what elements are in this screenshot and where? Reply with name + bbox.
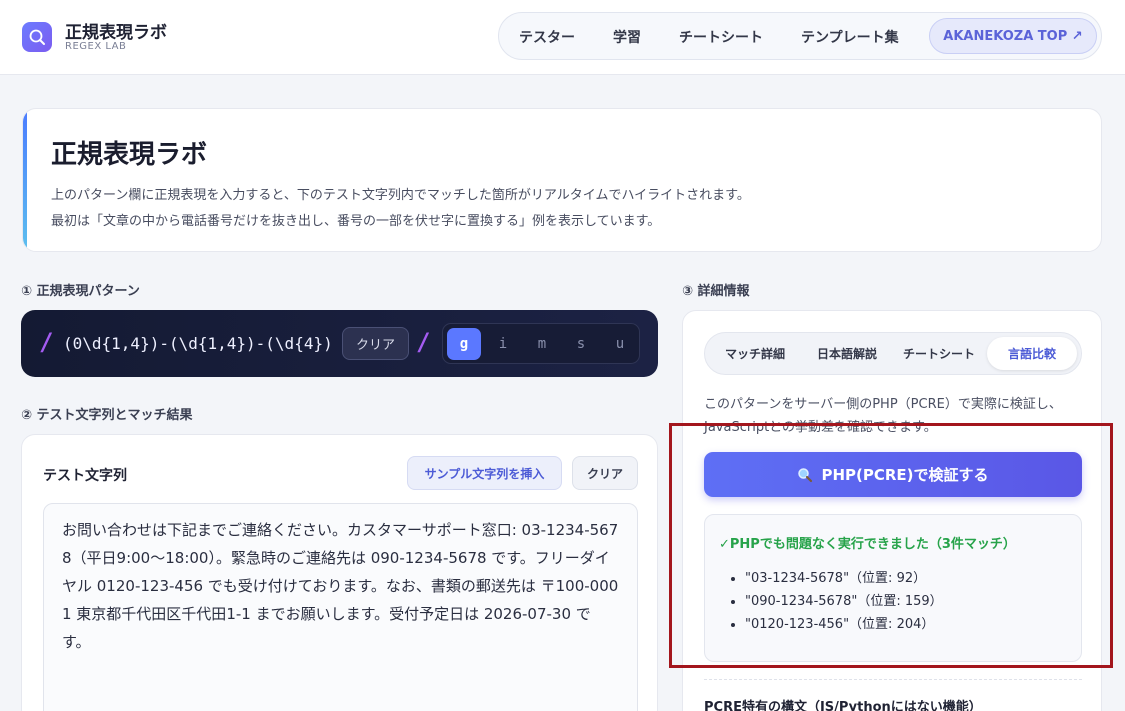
test-string-card: テスト文字列 サンプル文字列を挿入 クリア お問い合わせは下記までご連絡ください… xyxy=(21,434,658,711)
php-result-item: "090-1234-5678"（位置: 159） xyxy=(745,590,943,613)
php-result-title: ✓PHPでも問題なく実行できました（3件マッチ） xyxy=(719,537,1016,552)
pattern-close-slash: / xyxy=(416,328,431,356)
pattern-bar: / (0\d{1,4})-(\d{1,4})-(\d{4}) クリア / g i… xyxy=(21,310,658,377)
php-result-box: ✓PHPでも問題なく実行できました（3件マッチ） "03-1234-5678"（… xyxy=(704,514,1082,662)
flag-m-toggle[interactable]: m xyxy=(525,328,559,360)
pattern-clear-button[interactable]: クリア xyxy=(342,327,409,360)
test-clear-button[interactable]: クリア xyxy=(572,456,638,490)
pattern-input[interactable]: (0\d{1,4})-(\d{1,4})-(\d{4}) xyxy=(63,330,351,358)
pattern-section-label: ① 正規表現パターン xyxy=(21,284,140,299)
tab-cheatsheet[interactable]: チートシート xyxy=(893,337,985,370)
tab-match-detail[interactable]: マッチ詳細 xyxy=(709,337,801,370)
section-divider xyxy=(704,679,1082,680)
verify-php-label: PHP(PCRE)で検証する xyxy=(821,466,989,484)
detail-card: マッチ詳細 日本語解説 チートシート 言語比較 このパターンをサーバー側のPHP… xyxy=(682,310,1102,711)
page-title: 正規表現ラボ xyxy=(51,140,208,170)
test-section-label: ② テスト文字列とマッチ結果 xyxy=(21,408,193,423)
pcre-syntax-title: PCRE特有の構文（JS/Pythonにはない機能） xyxy=(704,700,982,711)
flag-s-toggle[interactable]: s xyxy=(564,328,598,360)
flag-g-toggle[interactable]: g xyxy=(447,328,481,360)
main-nav: テスター 学習 チートシート テンプレート集 AKANEKOZA TOP ↗ xyxy=(498,12,1102,60)
app-subtitle: REGEX LAB xyxy=(65,41,127,52)
intro-line-1: 上のパターン欄に正規表現を入力すると、下のテスト文字列内でマッチした箇所がリアル… xyxy=(51,188,750,203)
insert-sample-button[interactable]: サンプル文字列を挿入 xyxy=(407,456,562,490)
php-result-list: "03-1234-5678"（位置: 92） "090-1234-5678"（位… xyxy=(745,567,943,636)
test-string-title: テスト文字列 xyxy=(43,468,127,484)
detail-section-label: ③ 詳細情報 xyxy=(682,284,750,299)
tab-language-compare[interactable]: 言語比較 xyxy=(987,337,1077,370)
flag-group: g i m s u xyxy=(442,323,640,364)
compare-description: このパターンをサーバー側のPHP（PCRE）で実際に検証し、JavaScript… xyxy=(704,397,1062,435)
test-string-textarea[interactable]: お問い合わせは下記までご連絡ください。カスタマーサポート窓口: 03-1234-… xyxy=(43,503,638,711)
detail-tabs: マッチ詳細 日本語解説 チートシート 言語比較 xyxy=(704,332,1082,375)
tab-japanese-explanation[interactable]: 日本語解説 xyxy=(801,337,893,370)
regex-logo-glyph xyxy=(29,29,45,45)
pattern-open-slash: / xyxy=(39,328,54,356)
app-header: 正規表現ラボ REGEX LAB テスター 学習 チートシート テンプレート集 … xyxy=(0,0,1125,75)
magnifier-icon xyxy=(798,467,813,482)
php-result-item: "03-1234-5678"（位置: 92） xyxy=(745,567,943,590)
akanekoza-top-link[interactable]: AKANEKOZA TOP ↗ xyxy=(929,18,1097,54)
intro-card: 正規表現ラボ 上のパターン欄に正規表現を入力すると、下のテスト文字列内でマッチし… xyxy=(22,108,1102,252)
nav-item-tester[interactable]: テスター xyxy=(519,27,575,47)
nav-item-templates[interactable]: テンプレート集 xyxy=(801,27,899,47)
php-result-item: "0120-123-456"（位置: 204） xyxy=(745,613,943,636)
intro-accent-bar xyxy=(23,109,27,251)
flag-u-toggle[interactable]: u xyxy=(603,328,637,360)
app-title[interactable]: 正規表現ラボ xyxy=(65,18,167,43)
intro-line-2: 最初は「文章の中から電話番号だけを抜き出し、番号の一部を伏せ字に置換する」例を表… xyxy=(51,214,661,229)
logo-icon[interactable] xyxy=(22,22,52,52)
verify-php-button[interactable]: PHP(PCRE)で検証する xyxy=(704,452,1082,497)
flag-i-toggle[interactable]: i xyxy=(486,328,520,360)
nav-item-cheatsheet[interactable]: チートシート xyxy=(679,27,763,47)
nav-item-learn[interactable]: 学習 xyxy=(613,27,641,47)
intro-description: 上のパターン欄に正規表現を入力すると、下のテスト文字列内でマッチした箇所がリアル… xyxy=(51,183,750,235)
